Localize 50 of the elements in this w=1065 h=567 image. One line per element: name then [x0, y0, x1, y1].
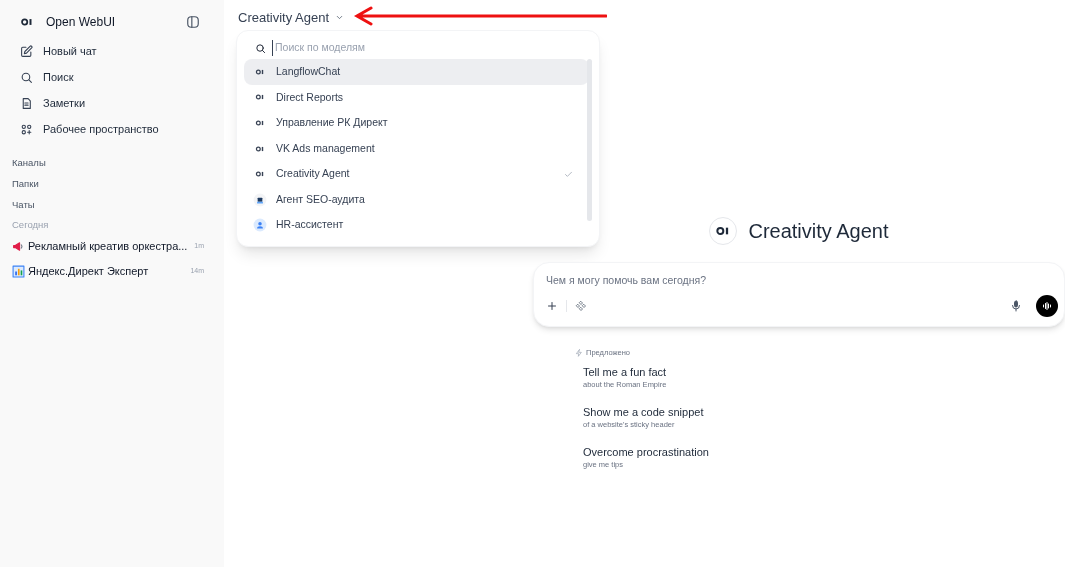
logo-icon — [255, 143, 265, 154]
message-input[interactable]: Чем я могу помочь вам сегодня? — [533, 262, 1065, 327]
model-name: VK Ads management — [276, 140, 376, 156]
chat-title: Яндекс.Директ Эксперт — [28, 264, 150, 280]
sidebar-toggle-icon — [186, 15, 200, 29]
model-name: Агент SEO-аудита — [276, 191, 366, 207]
tools-icon — [575, 300, 587, 312]
microphone-icon — [1010, 300, 1022, 312]
person-avatar-icon — [253, 218, 267, 233]
model-item[interactable]: Creativity Agent — [244, 161, 589, 187]
nav-item[interactable]: Рабочее пространство — [10, 116, 214, 142]
nav-item[interactable]: Заметки — [10, 90, 214, 116]
model-item[interactable]: HR-ассистент — [244, 212, 589, 239]
search-icon — [255, 42, 266, 54]
model-title: Creativity Agent — [748, 219, 889, 244]
model-item[interactable]: Управление РК Директ — [244, 110, 589, 136]
search-field[interactable]: Поиск по моделям — [272, 40, 581, 56]
bolt-icon — [575, 348, 583, 357]
logo-icon — [255, 66, 265, 77]
edit-icon — [20, 44, 33, 58]
scrollbar[interactable] — [587, 59, 592, 221]
waveform-icon — [1041, 300, 1053, 312]
app-name: Open WebUI — [46, 14, 117, 31]
model-item[interactable]: LangflowChat — [244, 59, 589, 85]
chat-title: Рекламный креатив оркестра... — [28, 239, 189, 255]
model-item[interactable]: VK Ads management — [244, 135, 589, 162]
input-placeholder: Чем я могу помочь вам сегодня? — [546, 273, 708, 288]
model-item[interactable]: Агент SEO-аудита — [244, 186, 589, 213]
voice-mode-button[interactable] — [1036, 295, 1058, 317]
logo-icon — [255, 118, 265, 128]
document-icon — [20, 96, 33, 110]
section-label[interactable]: Папки — [10, 173, 214, 194]
nav-item[interactable]: Поиск — [10, 64, 214, 90]
model-item[interactable]: Direct Reports — [244, 84, 589, 111]
section-label[interactable]: Каналы — [10, 152, 214, 173]
grid-icon — [20, 122, 33, 136]
plus-icon — [546, 300, 558, 312]
group-label: Сегодня — [11, 218, 50, 232]
section-label[interactable]: Чаты — [10, 194, 214, 215]
model-name: Управление РК Директ — [276, 115, 389, 131]
model-name: LangflowChat — [276, 63, 342, 79]
search-icon — [20, 70, 33, 84]
bar-chart-icon — [12, 265, 25, 278]
megaphone-icon — [12, 240, 25, 253]
robot-avatar-icon — [253, 192, 267, 207]
model-name: Direct Reports — [276, 89, 345, 105]
model-selector[interactable]: Creativity Agent — [238, 8, 345, 28]
model-name: Creativity Agent — [276, 166, 351, 182]
nav-item[interactable]: Новый чат — [10, 38, 214, 64]
model-name: HR-ассистент — [276, 217, 345, 233]
